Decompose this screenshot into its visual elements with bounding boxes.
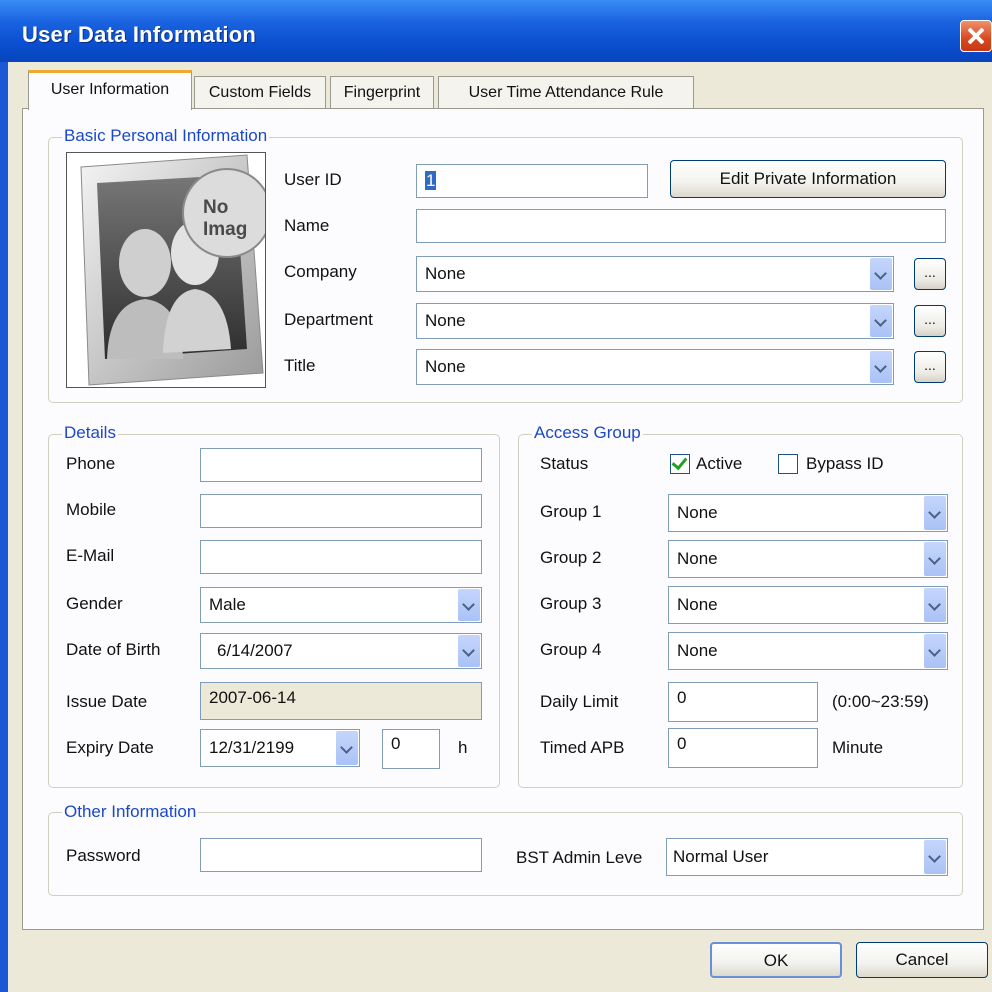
svg-text:No: No xyxy=(203,197,228,218)
expiry-hour-input[interactable]: 0 xyxy=(382,729,440,769)
expiry-date-picker[interactable]: 12/31/2199 xyxy=(200,729,360,767)
active-label: Active xyxy=(696,454,743,473)
name-input[interactable] xyxy=(416,209,946,243)
group-3-value: None xyxy=(677,595,718,614)
title-value: None xyxy=(425,357,466,376)
department-label: Department xyxy=(284,310,373,329)
dialog-window: User Data Information User Information C… xyxy=(0,0,992,992)
title-select[interactable]: None xyxy=(416,349,894,385)
group-4-select[interactable]: None xyxy=(668,632,948,670)
tab-user-time-attendance-rule[interactable]: User Time Attendance Rule xyxy=(438,76,694,108)
chevron-down-icon[interactable] xyxy=(924,634,946,668)
details-title: Details xyxy=(62,423,118,443)
date-of-birth-picker[interactable]: 6/14/2007 xyxy=(200,633,482,669)
group-2-label: Group 2 xyxy=(540,548,602,567)
ok-button[interactable]: OK xyxy=(710,942,842,978)
chevron-down-icon[interactable] xyxy=(458,635,480,667)
gender-value: Male xyxy=(209,595,246,614)
close-icon[interactable] xyxy=(960,20,992,52)
group-3-select[interactable]: None xyxy=(668,586,948,624)
group-1-select[interactable]: None xyxy=(668,494,948,532)
chevron-down-icon[interactable] xyxy=(336,731,358,765)
name-label: Name xyxy=(284,216,330,235)
window-title: User Data Information xyxy=(22,22,257,47)
mobile-label: Mobile xyxy=(66,500,117,519)
gender-select[interactable]: Male xyxy=(200,587,482,623)
user-id-value: 1 xyxy=(425,171,437,190)
tab-custom-fields[interactable]: Custom Fields xyxy=(194,76,326,108)
company-label: Company xyxy=(284,262,357,281)
chevron-down-icon[interactable] xyxy=(924,840,946,874)
expiry-date-value: 12/31/2199 xyxy=(209,738,295,757)
svg-text:Imag: Imag xyxy=(203,219,247,240)
group-4-value: None xyxy=(677,641,718,660)
basic-info-title: Basic Personal Information xyxy=(62,126,270,146)
phone-input[interactable] xyxy=(200,448,482,482)
bst-admin-level-value: Normal User xyxy=(673,847,769,866)
issue-date-label: Issue Date xyxy=(66,692,148,711)
bst-admin-level-label: BST Admin Leve xyxy=(516,848,643,867)
other-info-title: Other Information xyxy=(62,802,199,822)
department-value: None xyxy=(425,311,466,330)
daily-limit-input[interactable]: 0 xyxy=(668,682,818,722)
group-1-label: Group 1 xyxy=(540,502,602,521)
chevron-down-icon[interactable] xyxy=(870,258,892,290)
mobile-input[interactable] xyxy=(200,494,482,528)
edit-private-information-button[interactable]: Edit Private Information xyxy=(670,160,946,198)
group-3-label: Group 3 xyxy=(540,594,602,613)
user-id-field[interactable]: 1 xyxy=(416,164,648,198)
phone-label: Phone xyxy=(66,454,116,473)
access-group-title: Access Group xyxy=(532,423,643,443)
group-2-value: None xyxy=(677,549,718,568)
daily-limit-label: Daily Limit xyxy=(540,692,619,711)
chevron-down-icon[interactable] xyxy=(924,542,946,576)
chevron-down-icon[interactable] xyxy=(870,305,892,337)
status-label: Status xyxy=(540,454,589,473)
daily-limit-range: (0:00~23:59) xyxy=(832,692,929,711)
tab-user-information[interactable]: User Information xyxy=(28,70,192,110)
department-browse-button[interactable]: ... xyxy=(914,305,946,337)
issue-date-field: 2007-06-14 xyxy=(200,682,482,720)
tab-fingerprint[interactable]: Fingerprint xyxy=(330,76,434,108)
email-input[interactable] xyxy=(200,540,482,574)
gender-label: Gender xyxy=(66,594,123,613)
chevron-down-icon[interactable] xyxy=(924,588,946,622)
chevron-down-icon[interactable] xyxy=(924,496,946,530)
company-browse-button[interactable]: ... xyxy=(914,258,946,290)
timed-apb-label: Timed APB xyxy=(540,738,625,757)
hour-unit-label: h xyxy=(458,738,468,757)
email-label: E-Mail xyxy=(66,546,115,565)
cancel-button[interactable]: Cancel xyxy=(856,942,988,978)
bst-admin-level-select[interactable]: Normal User xyxy=(666,838,948,876)
bypass-id-label: Bypass ID xyxy=(806,454,884,473)
password-label: Password xyxy=(66,846,141,865)
chevron-down-icon[interactable] xyxy=(458,589,480,621)
password-input[interactable] xyxy=(200,838,482,872)
group-2-select[interactable]: None xyxy=(668,540,948,578)
user-id-label: User ID xyxy=(284,170,342,189)
active-checkbox[interactable] xyxy=(670,453,690,474)
date-of-birth-label: Date of Birth xyxy=(66,640,161,659)
title-bar[interactable]: User Data Information xyxy=(0,0,992,62)
chevron-down-icon[interactable] xyxy=(870,351,892,383)
company-select[interactable]: None xyxy=(416,256,894,292)
title-label: Title xyxy=(284,356,316,375)
bypass-id-checkbox[interactable] xyxy=(778,454,798,474)
department-select[interactable]: None xyxy=(416,303,894,339)
check-icon xyxy=(671,453,688,471)
expiry-date-label: Expiry Date xyxy=(66,738,154,757)
timed-apb-unit: Minute xyxy=(832,738,884,757)
date-of-birth-value: 6/14/2007 xyxy=(217,641,293,660)
group-4-label: Group 4 xyxy=(540,640,602,659)
group-1-value: None xyxy=(677,503,718,522)
timed-apb-input[interactable]: 0 xyxy=(668,728,818,768)
title-browse-button[interactable]: ... xyxy=(914,351,946,383)
company-value: None xyxy=(425,264,466,283)
user-photo[interactable]: No Imag xyxy=(66,152,266,388)
no-image-icon: No Imag xyxy=(67,153,265,387)
